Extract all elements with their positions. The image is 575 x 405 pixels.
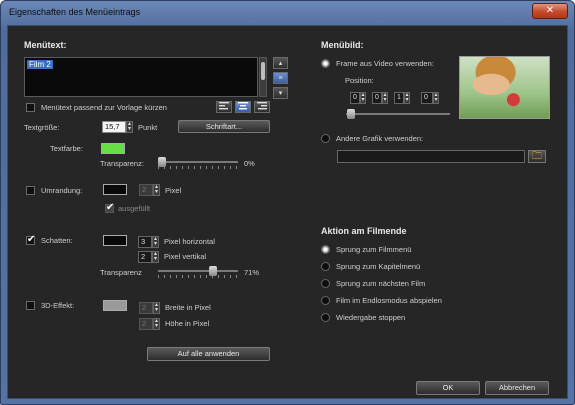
timecode-frames[interactable]: 0 xyxy=(421,92,433,104)
shadow-color-swatch[interactable] xyxy=(103,235,127,246)
outline-unit: Pixel xyxy=(165,186,182,195)
window-title: Eigenschaften des Menüeintrags xyxy=(9,7,141,17)
effect3d-color-swatch[interactable] xyxy=(103,300,127,311)
text-size-label: Textgröße: xyxy=(24,123,60,132)
effect3d-checkbox[interactable] xyxy=(26,301,35,310)
text-color-label: Textfarbe: xyxy=(50,144,83,153)
shadow-label: Schatten: xyxy=(41,236,73,245)
shadow-transparency-label: Transparenz xyxy=(100,268,142,277)
action-option-label: Sprung zum Filmmenü xyxy=(336,245,412,254)
menutext-value: Film 2 xyxy=(27,60,53,69)
shadow-horizontal-label: Pixel horizontal xyxy=(164,237,215,246)
text-size-unit: Punkt xyxy=(138,123,158,132)
outline-checkbox[interactable] xyxy=(26,186,35,195)
text-size-spinner[interactable]: ▴ ▾ xyxy=(126,121,133,133)
action-option-label: Sprung zum nächsten Film xyxy=(336,279,426,288)
effect3d-width-input[interactable]: 2 xyxy=(139,302,153,314)
action-option-label: Film im Endlosmodus abspielen xyxy=(336,296,442,305)
effect3d-height-label: Höhe in Pixel xyxy=(165,319,210,328)
slider-track xyxy=(158,270,238,272)
radio-frame-from-video[interactable] xyxy=(321,59,330,68)
timecode-minutes[interactable]: 0 xyxy=(372,92,382,104)
scrollbar-thumb[interactable] xyxy=(261,62,265,80)
effect3d-height-spinner[interactable]: ▴ ▾ xyxy=(153,318,160,330)
outline-label: Umrandung: xyxy=(41,186,83,195)
shadow-vertical-label: Pixel vertikal xyxy=(164,252,207,261)
timecode-frames-spinner[interactable]: ▴ ▾ xyxy=(433,92,439,104)
other-graphic-label: Andere Grafik verwenden: xyxy=(336,134,424,143)
menutext-scrollbar[interactable] xyxy=(259,57,267,97)
graphic-path-input[interactable] xyxy=(337,150,525,163)
apply-all-button[interactable]: Auf alle anwenden xyxy=(147,347,270,361)
slider-ticks xyxy=(158,166,238,169)
shadow-transparency-slider[interactable] xyxy=(158,266,238,278)
fit-text-checkbox[interactable] xyxy=(26,103,35,112)
slider-ticks xyxy=(158,275,238,278)
action-option-label: Sprung zum Kapitelmenü xyxy=(336,262,421,271)
action-option-label: Wiedergabe stoppen xyxy=(336,313,406,322)
shadow-horizontal-spinner[interactable]: ▴ ▾ xyxy=(152,236,159,248)
transparency-value: 0% xyxy=(244,159,255,168)
menutext-textarea[interactable]: Film 2 xyxy=(24,57,258,97)
action-heading: Aktion am Filmende xyxy=(321,226,407,236)
text-size-input[interactable]: 15,7 xyxy=(102,121,126,133)
title-bar[interactable]: Eigenschaften des Menüeintrags ✕ xyxy=(1,1,574,25)
effect3d-label: 3D-Effekt: xyxy=(41,301,75,310)
align-center-icon[interactable] xyxy=(235,101,251,113)
position-slider[interactable] xyxy=(346,109,450,121)
shadow-transparency-value: 71% xyxy=(244,268,260,277)
text-transparency-slider[interactable] xyxy=(158,157,238,169)
timecode-hours[interactable]: 0 xyxy=(350,92,360,104)
outline-width-spinner[interactable]: ▴ ▾ xyxy=(153,184,160,196)
outline-width-input[interactable]: 2 xyxy=(139,184,153,196)
move-up-button[interactable]: ▴ xyxy=(273,57,288,69)
menubild-heading: Menübild: xyxy=(321,40,364,50)
close-button[interactable]: ✕ xyxy=(532,3,568,19)
move-down-button[interactable]: ▾ xyxy=(273,87,288,99)
timecode-minutes-spinner[interactable]: ▴ ▾ xyxy=(382,92,388,104)
ok-button[interactable]: OK xyxy=(416,381,480,395)
radio-loop-film[interactable] xyxy=(321,296,330,305)
align-right-icon[interactable] xyxy=(254,101,270,113)
dialog-window: Eigenschaften des Menüeintrags ✕ Menütex… xyxy=(0,0,575,405)
slider-track xyxy=(346,113,450,115)
outline-color-swatch[interactable] xyxy=(103,184,127,195)
shadow-horizontal-input[interactable]: 3 xyxy=(138,236,152,248)
radio-jump-next-film[interactable] xyxy=(321,279,330,288)
align-left-icon[interactable] xyxy=(216,101,232,113)
position-label: Position: xyxy=(345,76,374,85)
text-color-swatch[interactable] xyxy=(101,143,125,154)
outline-filled-checkbox[interactable] xyxy=(105,202,114,213)
text-style-button[interactable]: ≡ xyxy=(273,72,288,84)
frame-from-video-label: Frame aus Video verwenden: xyxy=(336,59,434,68)
folder-icon[interactable]: 🗀 xyxy=(528,150,546,163)
transparency-label: Transparenz: xyxy=(100,159,144,168)
shadow-vertical-input[interactable]: 2 xyxy=(138,251,152,263)
menutext-heading: Menütext: xyxy=(24,40,67,50)
slider-track xyxy=(158,161,238,163)
shadow-vertical-spinner[interactable]: ▴ ▾ xyxy=(152,251,159,263)
effect3d-width-spinner[interactable]: ▴ ▾ xyxy=(153,302,160,314)
font-button[interactable]: Schriftart... xyxy=(178,120,270,133)
timecode-hours-spinner[interactable]: ▴ ▾ xyxy=(360,92,366,104)
radio-jump-chapter-menu[interactable] xyxy=(321,262,330,271)
effect3d-height-input[interactable]: 2 xyxy=(139,318,153,330)
radio-jump-film-menu[interactable] xyxy=(321,245,330,254)
radio-other-graphic[interactable] xyxy=(321,134,330,143)
shadow-checkbox[interactable] xyxy=(26,234,35,245)
radio-stop-playback[interactable] xyxy=(321,313,330,322)
video-frame-preview xyxy=(459,56,550,119)
effect3d-width-label: Breite in Pixel xyxy=(165,303,211,312)
timecode-seconds[interactable]: 1 xyxy=(394,92,404,104)
dialog-client-area: Menütext: Film 2 ▴ ≡ ▾ Menütext passend … xyxy=(7,25,568,399)
outline-filled-label: ausgefüllt xyxy=(118,204,151,213)
fit-text-label: Menütext passend zur Vorlage kürzen xyxy=(41,103,167,112)
cancel-button[interactable]: Abbrechen xyxy=(485,381,549,395)
timecode-seconds-spinner[interactable]: ▴ ▾ xyxy=(404,92,410,104)
slider-thumb[interactable] xyxy=(347,109,355,119)
